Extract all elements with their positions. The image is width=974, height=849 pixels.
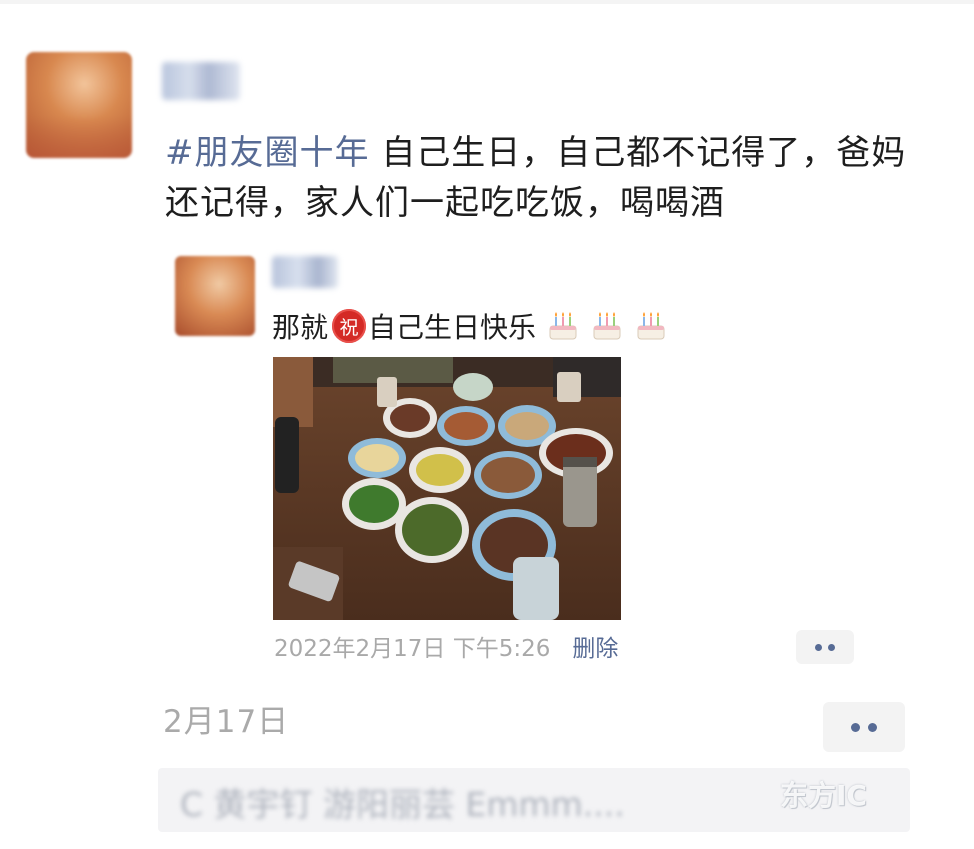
birthday-cake-icon xyxy=(549,312,577,340)
quoted-avatar[interactable] xyxy=(175,256,255,336)
dot-icon xyxy=(851,722,860,732)
birthday-cake-icon xyxy=(637,312,665,340)
birthday-cake-icon xyxy=(593,312,621,340)
post-photo[interactable] xyxy=(273,357,621,620)
more-options-button[interactable] xyxy=(796,630,854,664)
delete-link[interactable]: 删除 xyxy=(572,629,618,663)
author-name[interactable]: 周泽 xyxy=(162,62,240,100)
post-timestamp: 2022年2月17日 下午5:26 xyxy=(274,636,551,662)
dot-icon xyxy=(828,643,835,651)
quoted-author-name[interactable]: 周泽 xyxy=(272,256,338,288)
hashtag-link[interactable]: #朋友圈十年 xyxy=(165,133,370,173)
quoted-text: 那就 祝 自己生日快乐 xyxy=(272,306,668,346)
quoted-text-before: 那就 xyxy=(272,311,329,344)
more-options-button[interactable] xyxy=(823,702,905,752)
post-text: #朋友圈十年 自己生日，自己都不记得了，爸妈还记得，家人们一起吃吃饭，喝喝酒 xyxy=(165,128,935,228)
top-divider xyxy=(0,0,974,4)
avatar[interactable] xyxy=(26,52,132,158)
dot-icon xyxy=(815,643,822,651)
dinner-table-image xyxy=(273,357,621,620)
post-date: 2月17日 xyxy=(163,704,290,740)
post-meta: 2022年2月17日 下午5:26 删除 xyxy=(274,630,618,662)
zhu-blessing-icon: 祝 xyxy=(332,309,367,343)
quoted-text-after: 自己生日快乐 xyxy=(368,311,537,344)
dot-icon xyxy=(868,722,877,732)
watermark-text: 东方IC xyxy=(780,779,867,812)
